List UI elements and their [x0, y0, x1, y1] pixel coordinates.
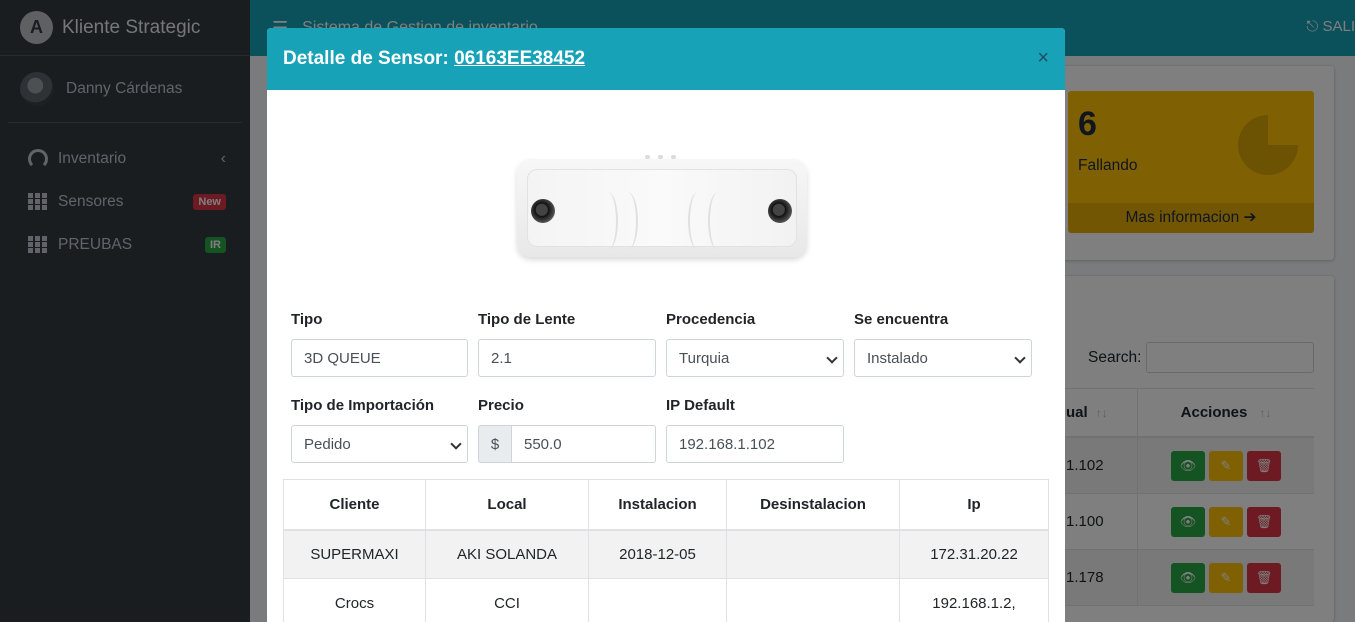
column-header-instalacion: Instalacion — [588, 479, 727, 531]
cliente-cell: Crocs — [283, 578, 426, 622]
sensor-chevron — [618, 192, 638, 250]
desinstalacion-cell — [726, 578, 900, 622]
close-icon[interactable]: × — [1037, 47, 1049, 70]
tipo-group: Tipo 3D QUEUE — [291, 311, 468, 377]
procedencia-label: Procedencia — [666, 311, 756, 328]
sensor-chevron — [708, 192, 728, 250]
desinstalacion-cell — [726, 529, 900, 579]
procedencia-group: Procedencia Turquia — [666, 311, 844, 377]
tipo-importacion-label: Tipo de Importación — [291, 397, 435, 414]
sensor-body — [517, 159, 807, 257]
local-cell: AKI SOLANDA — [425, 529, 589, 579]
column-header-ip: Ip — [899, 479, 1049, 531]
column-header-local: Local — [425, 479, 589, 531]
ip-cell: 172.31.20.22 — [899, 529, 1049, 579]
ip-cell: 192.168.1.2, — [899, 578, 1049, 622]
tipo-lente-group: Tipo de Lente 2.1 — [478, 311, 656, 377]
table-row: Crocs CCI 192.168.1.2, — [283, 578, 1049, 622]
sensor-code-link[interactable]: 06163EE38452 — [454, 48, 585, 69]
modal-title-prefix: Detalle de Sensor: — [283, 48, 449, 69]
se-encuentra-group: Se encuentra Instalado — [854, 311, 1032, 377]
se-encuentra-label: Se encuentra — [854, 311, 949, 328]
sensor-chevron — [688, 192, 708, 250]
ip-default-group: IP Default 192.168.1.102 — [666, 397, 844, 463]
precio-input[interactable]: 550.0 — [512, 425, 656, 463]
cliente-cell: SUPERMAXI — [283, 529, 426, 579]
tipo-lente-label: Tipo de Lente — [478, 311, 576, 328]
sensor-lens-left — [531, 199, 555, 223]
local-cell: CCI — [425, 578, 589, 622]
tipo-label: Tipo — [291, 311, 323, 328]
tipo-importacion-group: Tipo de Importación Pedido — [291, 397, 468, 463]
sensor-face — [527, 169, 797, 250]
sensor-lens-right — [768, 199, 792, 223]
se-encuentra-select[interactable]: Instalado — [854, 339, 1032, 377]
currency-addon: $ — [478, 425, 512, 463]
precio-group: Precio $ 550.0 — [478, 397, 656, 463]
sensor-chevron — [598, 192, 618, 250]
tipo-input[interactable]: 3D QUEUE — [291, 339, 468, 377]
ip-default-input[interactable]: 192.168.1.102 — [666, 425, 844, 463]
modal-header: Detalle de Sensor: 06163EE38452 × — [267, 28, 1065, 90]
precio-label: Precio — [478, 397, 524, 414]
precio-input-group: $ 550.0 — [478, 425, 656, 463]
tipo-importacion-select[interactable]: Pedido — [291, 425, 468, 463]
procedencia-select[interactable]: Turquia — [666, 339, 844, 377]
ip-default-label: IP Default — [666, 397, 735, 414]
installations-table: Cliente Local Instalacion Desinstalacion… — [283, 479, 1049, 622]
table-header-row: Cliente Local Instalacion Desinstalacion… — [283, 479, 1049, 531]
sensor-detail-modal: Detalle de Sensor: 06163EE38452 × Tipo 3… — [267, 28, 1065, 622]
modal-title: Detalle de Sensor: 06163EE38452 — [283, 48, 585, 70]
table-row: SUPERMAXI AKI SOLANDA 2018-12-05 172.31.… — [283, 529, 1049, 579]
column-header-desinstalacion: Desinstalacion — [726, 479, 900, 531]
sensor-image — [517, 155, 811, 259]
column-header-cliente: Cliente — [283, 479, 426, 531]
instalacion-cell — [588, 578, 727, 622]
tipo-lente-input[interactable]: 2.1 — [478, 339, 656, 377]
instalacion-cell: 2018-12-05 — [588, 529, 727, 579]
